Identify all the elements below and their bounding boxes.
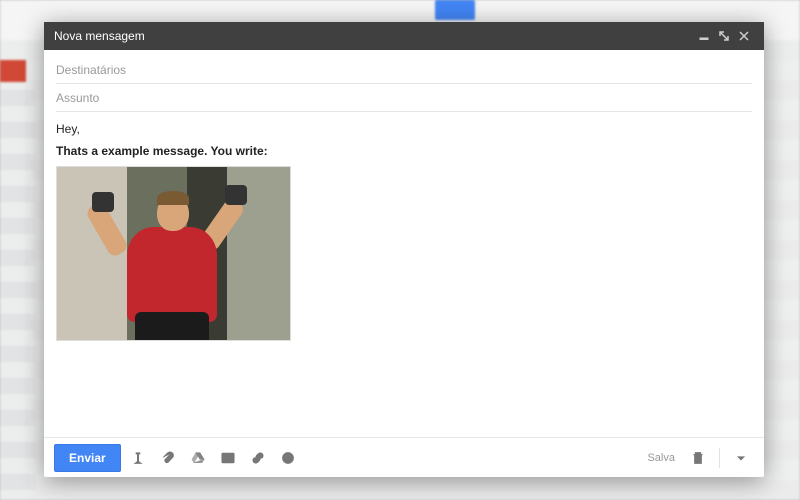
embedded-image[interactable] [56,166,291,341]
subject-input[interactable] [56,91,752,105]
recipients-row[interactable] [56,56,752,84]
body-line: Hey, [56,122,752,136]
divider [719,448,720,468]
link-icon[interactable] [245,444,271,472]
compose-toolbar: Enviar Salva [44,437,764,477]
minimize-icon[interactable] [694,26,714,46]
more-options-icon[interactable] [728,444,754,472]
close-icon[interactable] [734,26,754,46]
body-line: Thats a example message. You write: [56,144,752,158]
emoji-icon[interactable] [275,444,301,472]
compose-window: Nova mensagem Hey, Thats a example messa… [44,22,764,477]
recipients-input[interactable] [56,63,752,77]
photo-icon[interactable] [215,444,241,472]
saved-label: Salva [647,452,675,464]
compose-titlebar[interactable]: Nova mensagem [44,22,764,50]
header-fields [44,50,764,112]
expand-icon[interactable] [714,26,734,46]
attach-icon[interactable] [155,444,181,472]
subject-row[interactable] [56,84,752,112]
formatting-icon[interactable] [125,444,151,472]
compose-body[interactable]: Hey, Thats a example message. You write: [44,112,764,437]
compose-title: Nova mensagem [54,29,145,43]
send-button[interactable]: Enviar [54,444,121,472]
trash-icon[interactable] [685,444,711,472]
drive-icon[interactable] [185,444,211,472]
